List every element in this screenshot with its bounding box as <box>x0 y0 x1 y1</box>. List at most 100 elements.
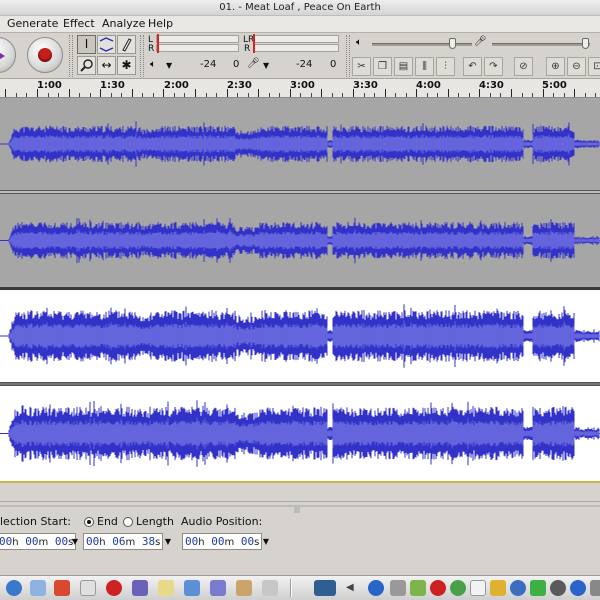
toolbar-grip[interactable] <box>140 35 144 77</box>
selection-end-format-dropdown[interactable]: ▼ <box>163 533 173 550</box>
folder-icon[interactable] <box>158 580 174 596</box>
camera-icon[interactable] <box>550 580 566 596</box>
input-volume-icon: 🎤︎ <box>474 36 487 47</box>
active-window-button[interactable] <box>314 580 336 596</box>
copy-button[interactable]: ❐ <box>373 57 392 76</box>
cut-button[interactable]: ✂ <box>352 57 371 76</box>
audio-track-2-selected[interactable] <box>0 287 600 481</box>
undo-icon: ↶ <box>468 61 477 72</box>
ruler-tick <box>142 93 143 97</box>
ruler-tick <box>258 89 259 97</box>
redo-button[interactable]: ↷ <box>484 57 503 76</box>
length-radio[interactable] <box>123 517 133 527</box>
app-red-icon[interactable] <box>106 580 122 596</box>
checkmark-icon[interactable] <box>530 580 546 596</box>
notes-icon[interactable] <box>490 580 506 596</box>
media-player-icon[interactable] <box>210 580 226 596</box>
ruler-tick <box>469 93 470 97</box>
audio-track-1[interactable] <box>0 98 600 287</box>
paste-button[interactable]: ▤ <box>394 57 413 76</box>
audio-position-format-dropdown[interactable]: ▼ <box>261 533 271 550</box>
track-empty-area[interactable] <box>0 481 600 501</box>
playback-meter-left[interactable] <box>156 35 239 43</box>
time-seconds: 38 <box>141 535 156 548</box>
window-title-bar: 01. - Meat Loaf , Peace On Earth <box>0 0 600 16</box>
bluetooth-tray-icon[interactable] <box>570 580 586 596</box>
trim-button[interactable]: ⫼ <box>415 57 434 76</box>
clock-tray-icon[interactable] <box>590 580 600 596</box>
menu-generate[interactable]: Generate <box>6 17 59 31</box>
track-panel[interactable] <box>0 98 600 481</box>
zoom-out-button[interactable]: ⊖ <box>567 57 586 76</box>
ruler-tick <box>374 93 375 97</box>
browser-tray-icon[interactable] <box>510 580 526 596</box>
output-volume-slider[interactable] <box>372 43 472 46</box>
text-editor-icon[interactable] <box>80 580 96 596</box>
end-radio[interactable] <box>84 517 94 527</box>
track-2-right-channel[interactable] <box>0 386 600 481</box>
zoom-out-icon: ⊖ <box>572 61 581 72</box>
time-unit: m <box>38 537 49 548</box>
ruler-label: 2:00 <box>164 80 189 91</box>
playback-meter-right[interactable] <box>156 44 239 52</box>
web-browser-icon[interactable] <box>184 580 200 596</box>
input-volume-knob[interactable] <box>582 38 590 49</box>
zoom-in-button[interactable]: ⊕ <box>546 57 565 76</box>
sync-icon[interactable] <box>450 580 466 596</box>
envelope-tool-button[interactable] <box>97 35 116 54</box>
sync-lock-button[interactable]: ⊘ <box>514 57 533 76</box>
image-viewer-icon[interactable] <box>236 580 252 596</box>
network-icon[interactable] <box>410 580 426 596</box>
output-volume-knob[interactable] <box>449 38 456 49</box>
record-meter-dropdown[interactable]: ▼ <box>263 60 269 72</box>
zoom-tool-button[interactable] <box>77 56 96 75</box>
menu-help[interactable]: Help <box>147 17 174 31</box>
multi-tool-icon: ✱ <box>121 58 132 72</box>
selection-start-format-dropdown[interactable]: ▼ <box>70 533 80 550</box>
audio-position-time[interactable]: 00h 00m 00s <box>182 533 263 550</box>
undo-button[interactable]: ↶ <box>463 57 482 76</box>
ruler-tick <box>416 89 417 97</box>
selection-end-time[interactable]: 00h 06m 38s <box>83 533 164 550</box>
settings-icon[interactable] <box>262 580 278 596</box>
audio-app-icon[interactable] <box>132 580 148 596</box>
ruler-tick <box>332 93 333 97</box>
record-db-label: -24 <box>296 59 313 70</box>
ruler-tick <box>342 93 343 97</box>
system-taskbar: ◀ <box>0 575 600 600</box>
input-volume-slider[interactable] <box>492 43 590 46</box>
fit-selection-icon: ⊡ <box>593 61 600 72</box>
draw-tool-button[interactable] <box>117 35 136 54</box>
track-1-right-channel[interactable] <box>0 194 600 287</box>
desktop-icon[interactable] <box>30 580 46 596</box>
taskbar-scroll-left-icon[interactable]: ◀ <box>346 580 354 596</box>
horizontal-scrollbar[interactable]: ||| <box>0 503 600 514</box>
multi-tool-button[interactable]: ✱ <box>117 56 136 75</box>
select-tool-button[interactable]: I <box>77 35 96 54</box>
clipboard-icon[interactable] <box>470 580 486 596</box>
menu-analyze[interactable]: Analyze <box>101 17 146 31</box>
record-button[interactable] <box>27 37 63 73</box>
bluetooth-icon[interactable] <box>368 580 384 596</box>
volume-tray-icon[interactable] <box>390 580 406 596</box>
start-menu-icon[interactable] <box>6 580 22 596</box>
record-meter-right[interactable] <box>253 44 339 52</box>
update-notifier-icon[interactable] <box>430 580 446 596</box>
filezilla-icon[interactable] <box>54 580 70 596</box>
silence-button[interactable]: ⫶ <box>436 57 455 76</box>
menu-effect[interactable]: Effect <box>62 17 96 31</box>
trim-icon: ⫼ <box>422 61 427 72</box>
play-button[interactable] <box>0 37 16 73</box>
toolbar-grip[interactable] <box>69 35 73 77</box>
toolbar-grip[interactable] <box>346 35 350 77</box>
time-hours: 00 <box>86 535 100 548</box>
ruler-tick <box>269 93 270 97</box>
timeline-ruler[interactable]: 1:00 1:30 2:00 2:30 3:00 3:30 4:00 4:30 … <box>0 79 600 98</box>
selection-start-time[interactable]: 00h 00m 00s <box>0 533 77 550</box>
track-1-left-channel[interactable] <box>0 98 600 190</box>
track-2-left-channel[interactable] <box>0 290 600 382</box>
timeshift-tool-button[interactable]: ↔ <box>97 56 116 75</box>
fit-selection-button[interactable]: ⊡ <box>588 57 600 76</box>
record-meter-left[interactable] <box>253 35 339 43</box>
playback-meter-dropdown[interactable]: ▼ <box>166 60 172 72</box>
